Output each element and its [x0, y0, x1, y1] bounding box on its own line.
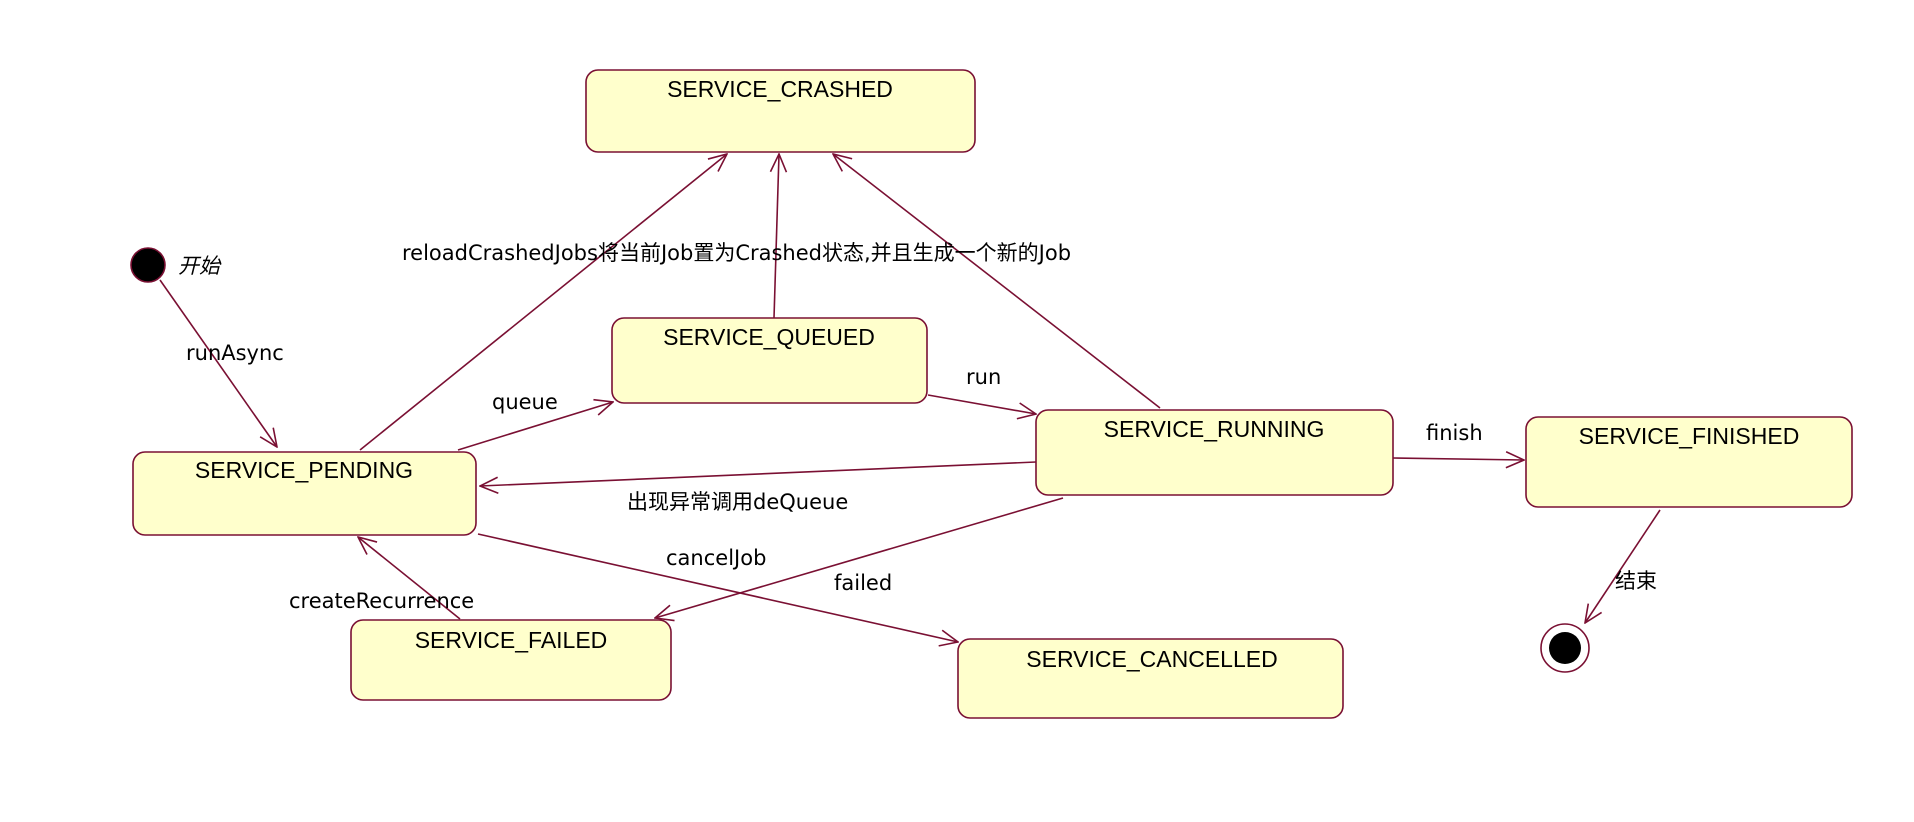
label-queue: queue — [492, 390, 558, 414]
state-pending[interactable]: SERVICE_PENDING — [132, 451, 477, 536]
label-failed: failed — [834, 571, 892, 595]
label-finish: finish — [1426, 421, 1483, 445]
state-finished-label: SERVICE_FINISHED — [1579, 423, 1800, 449]
edge-queued-to-crashed[interactable] — [774, 154, 779, 319]
edge-queued-to-running[interactable] — [927, 394, 1036, 414]
state-cancelled-label: SERVICE_CANCELLED — [1026, 646, 1277, 672]
state-queued-label: SERVICE_QUEUED — [663, 324, 875, 350]
label-dequeue: 出现异常调用deQueue — [627, 490, 848, 514]
start-dot[interactable] — [130, 247, 166, 283]
state-cancelled[interactable]: SERVICE_CANCELLED — [957, 638, 1344, 719]
edge-finished-to-end[interactable] — [1585, 509, 1661, 623]
state-running[interactable]: SERVICE_RUNNING — [1035, 409, 1394, 496]
label-cancel-job: cancelJob — [666, 546, 766, 570]
state-crashed-label: SERVICE_CRASHED — [667, 76, 893, 102]
state-diagram: 开始 SERVICE_CRASHED SERVICE_QUEUED SERVIC… — [130, 69, 1853, 719]
edge-running-to-finished[interactable] — [1392, 458, 1524, 460]
label-create-recurrence: createRecurrence — [289, 589, 474, 613]
end-node — [1540, 623, 1590, 673]
state-running-label: SERVICE_RUNNING — [1104, 416, 1325, 442]
state-failed[interactable]: SERVICE_FAILED — [350, 619, 672, 701]
label-run: run — [966, 365, 1001, 389]
label-run-async: runAsync — [186, 341, 284, 365]
state-queued[interactable]: SERVICE_QUEUED — [611, 317, 928, 404]
end-dot — [1549, 632, 1581, 664]
start-label: 开始 — [178, 254, 222, 278]
state-failed-label: SERVICE_FAILED — [415, 627, 608, 653]
state-finished[interactable]: SERVICE_FINISHED — [1525, 416, 1853, 508]
start-node: 开始 — [130, 247, 222, 283]
state-pending-label: SERVICE_PENDING — [195, 457, 413, 483]
edge-running-to-pending[interactable] — [480, 461, 1037, 486]
label-reload-crashed: reloadCrashedJobs将当前Job置为Crashed状态,并且生成一… — [402, 241, 1071, 265]
label-end: 结束 — [1615, 569, 1657, 593]
state-crashed[interactable]: SERVICE_CRASHED — [585, 69, 976, 153]
transition-labels: runAsync reloadCrashedJobs将当前Job置为Crashe… — [186, 241, 1657, 613]
